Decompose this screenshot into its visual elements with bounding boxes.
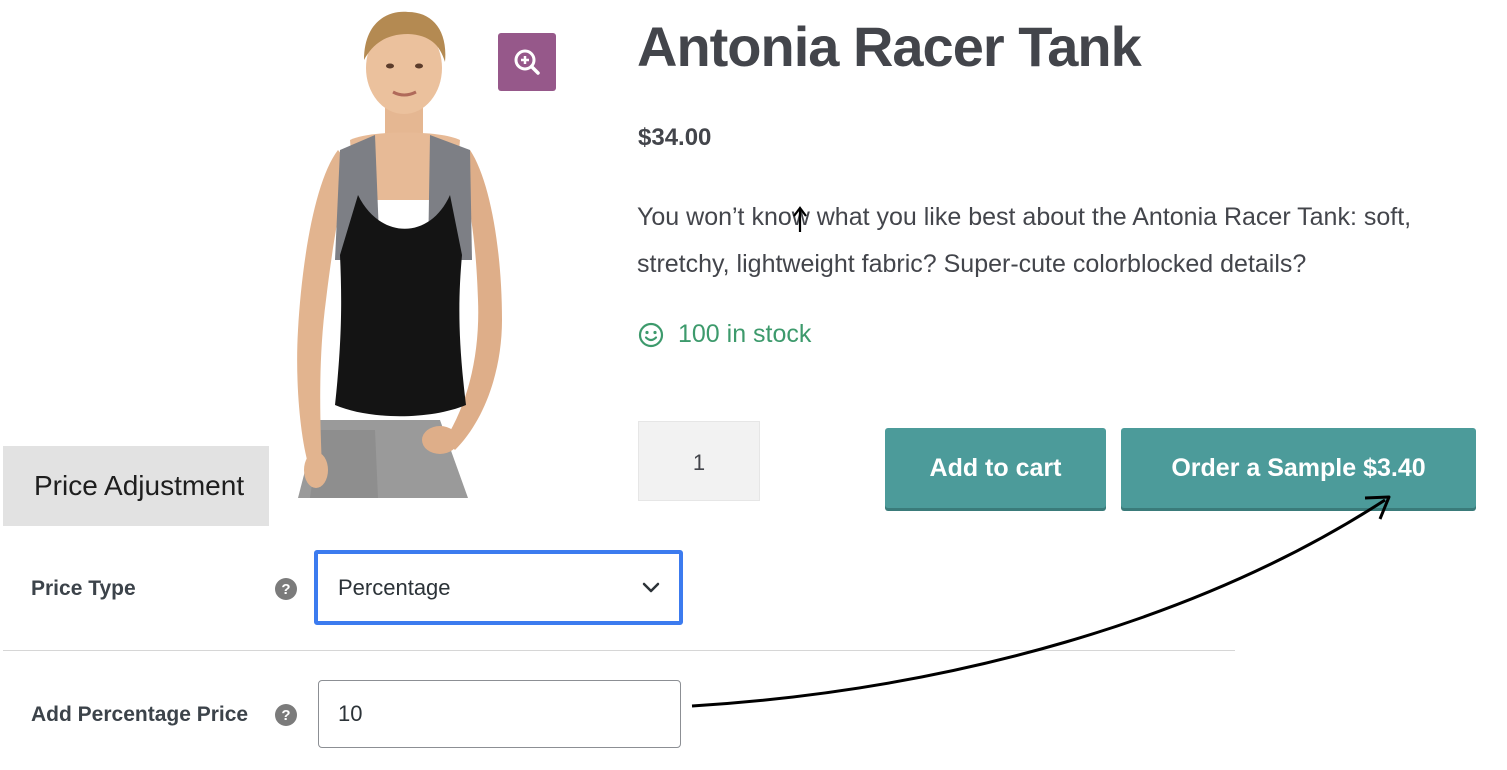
annotation-arrow (691, 206, 1391, 708)
